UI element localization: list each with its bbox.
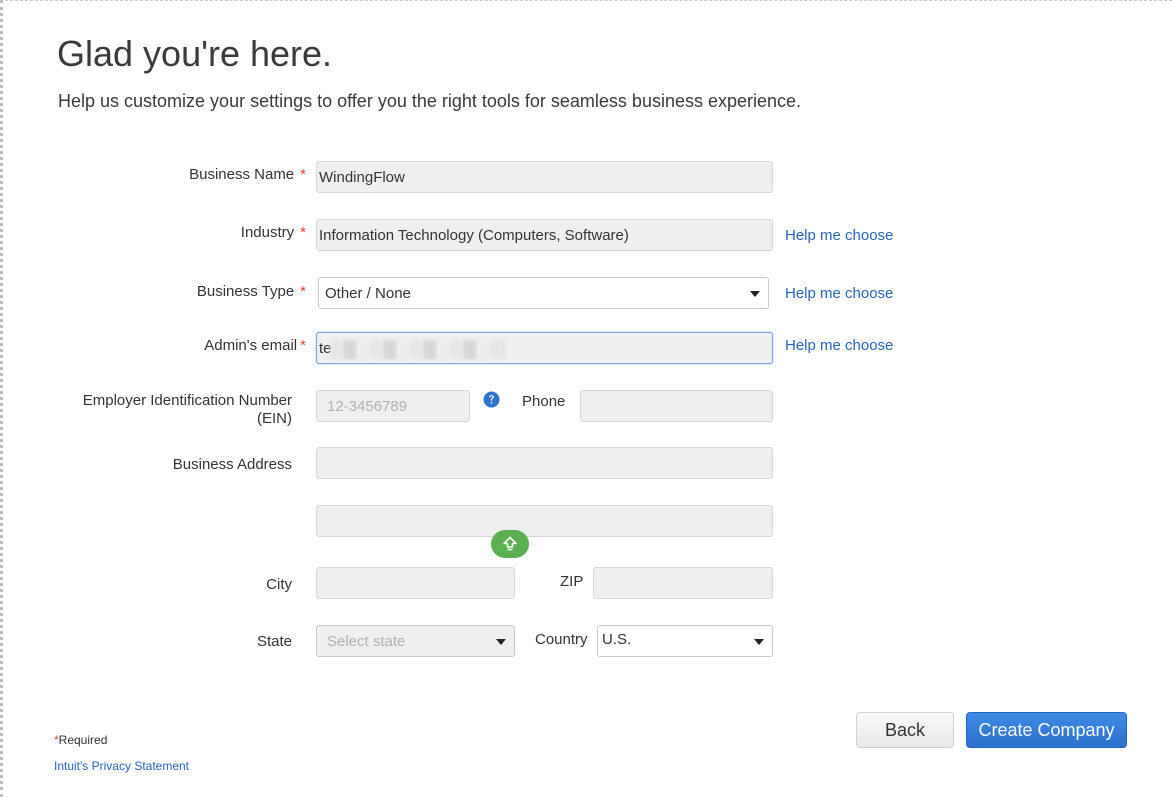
admin-email-help-link[interactable]: Help me choose: [785, 337, 893, 354]
back-button[interactable]: Back: [856, 712, 954, 748]
frame-left-border: [0, 0, 3, 797]
business-address-label: Business Address: [172, 456, 292, 473]
business-type-select[interactable]: Other / None: [318, 277, 769, 309]
chevron-down-icon: [496, 639, 506, 645]
required-asterisk: *: [300, 283, 306, 300]
industry-input[interactable]: Information Technology (Computers, Softw…: [316, 219, 773, 251]
industry-label: Industry *: [240, 224, 306, 241]
phone-label: Phone: [522, 393, 566, 410]
city-label: City: [266, 576, 292, 593]
chevron-down-icon: [754, 639, 764, 645]
zip-input[interactable]: [593, 567, 773, 599]
country-label: Country: [535, 631, 588, 648]
business-name-value: WindingFlow: [319, 168, 405, 186]
required-asterisk: *: [300, 337, 306, 354]
business-name-label: Business Name *: [189, 166, 306, 183]
business-address-line1-input[interactable]: [316, 447, 773, 479]
ein-input[interactable]: 12-3456789: [316, 390, 470, 422]
chevron-down-icon: [750, 291, 760, 297]
page-title: Glad you're here.: [57, 33, 333, 74]
phone-input[interactable]: [580, 390, 773, 422]
arrow-up-icon: [503, 536, 517, 551]
industry-help-link[interactable]: Help me choose: [785, 227, 893, 244]
question-circle-icon[interactable]: [483, 391, 500, 408]
country-value: U.S.: [602, 631, 632, 648]
required-asterisk: *: [300, 166, 306, 183]
business-type-help-link[interactable]: Help me choose: [785, 285, 893, 302]
redacted-email-blur: [330, 340, 505, 359]
create-company-button[interactable]: Create Company: [966, 712, 1127, 748]
ein-placeholder: 12-3456789: [327, 397, 408, 415]
business-type-value: Other / None: [325, 284, 411, 302]
country-select[interactable]: U.S.: [597, 625, 773, 657]
scroll-to-top-button[interactable]: [491, 530, 529, 558]
state-placeholder: Select state: [327, 632, 406, 650]
business-type-label: Business Type *: [196, 283, 306, 300]
privacy-statement-link[interactable]: Intuit's Privacy Statement: [54, 759, 189, 773]
business-address-line2-input[interactable]: [316, 505, 773, 537]
admin-email-label: Admin's email *: [204, 337, 306, 354]
business-name-input[interactable]: WindingFlow: [316, 161, 773, 193]
city-input[interactable]: [316, 567, 515, 599]
required-note: *Required: [54, 733, 108, 747]
state-select[interactable]: Select state: [316, 625, 515, 657]
required-asterisk: *: [300, 224, 306, 241]
page-subtitle: Help us customize your settings to offer…: [58, 91, 802, 111]
state-label: State: [256, 633, 292, 650]
frame-top-border: [0, 0, 1172, 1]
industry-value: Information Technology (Computers, Softw…: [319, 226, 629, 244]
ein-label: Employer Identification Number (EIN): [82, 392, 292, 427]
zip-label: ZIP: [560, 573, 584, 590]
